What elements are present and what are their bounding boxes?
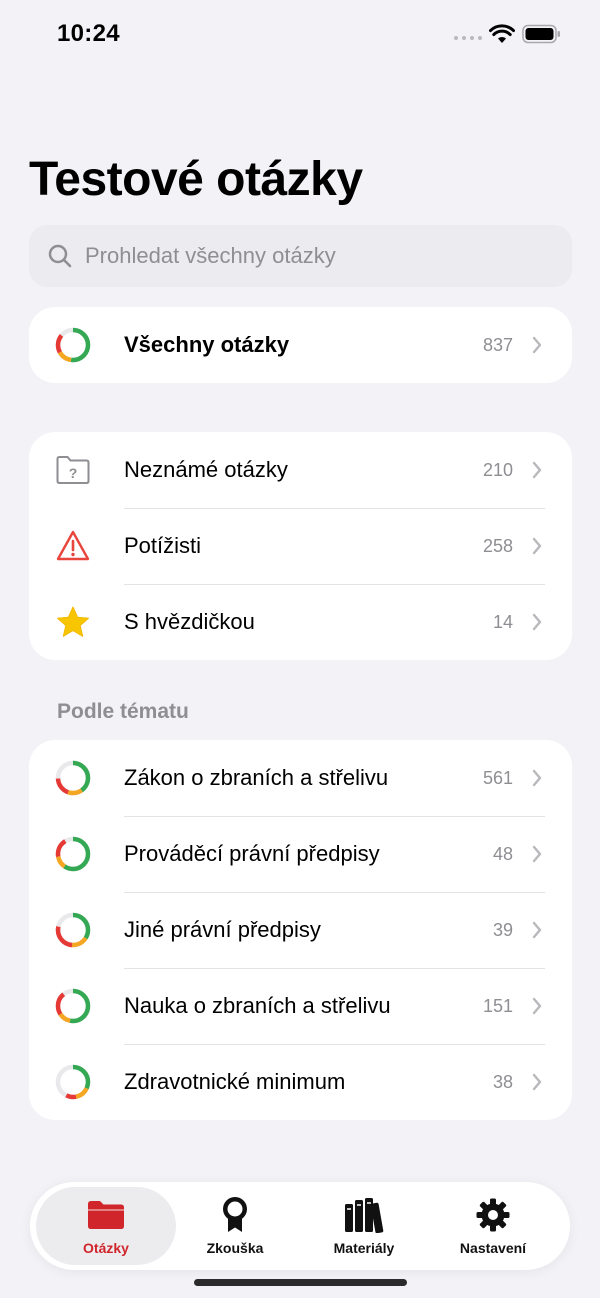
topic-label: Nauka o zbraních a střelivu — [124, 993, 391, 1018]
page-title: Testové otázky — [29, 153, 363, 206]
chevron-right-icon — [532, 461, 542, 479]
progress-ring-icon — [55, 836, 91, 872]
status-time: 10:24 — [57, 20, 120, 47]
tab-label: Zkouška — [206, 1240, 264, 1256]
topic-row[interactable]: Nauka o zbraních a střelivu 151 — [29, 968, 572, 1044]
chevron-right-icon — [532, 845, 542, 863]
filter-label: Neznámé otázky — [124, 457, 288, 482]
progress-ring-icon — [55, 1064, 91, 1100]
tab-label: Otázky — [83, 1240, 129, 1256]
tab-exam[interactable]: Zkouška — [165, 1187, 305, 1265]
all-questions-count: 837 — [482, 334, 513, 355]
all-questions-card: Všechny otázky 837 — [29, 307, 572, 383]
books-icon — [344, 1196, 384, 1234]
chevron-right-icon — [532, 921, 542, 939]
star-icon — [55, 604, 91, 640]
filter-label: S hvězdičkou — [124, 609, 255, 634]
search-input[interactable] — [85, 243, 525, 269]
award-icon — [220, 1196, 250, 1234]
topics-section-header: Podle tématu — [57, 700, 189, 723]
topic-label: Zdravotnické minimum — [124, 1069, 346, 1094]
home-indicator — [194, 1279, 407, 1286]
tab-materials[interactable]: Materiály — [294, 1187, 434, 1265]
topic-label: Jiné právní předpisy — [124, 917, 321, 942]
status-bar: 10:24 — [0, 0, 600, 70]
chevron-right-icon — [532, 613, 542, 631]
tab-label: Nastavení — [459, 1240, 527, 1256]
progress-ring-icon — [55, 912, 91, 948]
gear-icon — [475, 1196, 511, 1234]
svg-text:?: ? — [69, 465, 78, 481]
wifi-icon — [489, 24, 515, 43]
topic-count: 561 — [482, 767, 513, 788]
topic-row[interactable]: Jiné právní předpisy 39 — [29, 892, 572, 968]
topic-count: 38 — [492, 1071, 513, 1092]
filter-count: 210 — [482, 459, 513, 480]
topic-label: Prováděcí právní předpisy — [124, 841, 380, 866]
search-icon — [48, 244, 72, 268]
tab-questions[interactable]: Otázky — [36, 1187, 176, 1265]
topics-card: Zákon o zbraních a střelivu 561 Prováděc… — [29, 740, 572, 1120]
all-questions-label: Všechny otázky — [124, 332, 290, 357]
topic-count: 48 — [492, 843, 513, 864]
all-questions-row[interactable]: Všechny otázky 837 — [29, 307, 572, 383]
filters-card: ? Neznámé otázky 210 Potížisti 258 S hvě… — [29, 432, 572, 660]
topic-row[interactable]: Prováděcí právní předpisy 48 — [29, 816, 572, 892]
battery-icon — [522, 24, 560, 44]
progress-ring-icon — [55, 327, 91, 363]
chevron-right-icon — [532, 769, 542, 787]
search-bar[interactable] — [29, 225, 572, 287]
filter-count: 14 — [492, 611, 513, 632]
topic-count: 39 — [492, 919, 513, 940]
chevron-right-icon — [532, 336, 542, 354]
folder-question-icon: ? — [55, 452, 91, 488]
filter-row-difficult[interactable]: Potížisti 258 — [29, 508, 572, 584]
chevron-right-icon — [532, 537, 542, 555]
tab-settings[interactable]: Nastavení — [423, 1187, 563, 1265]
filter-count: 258 — [482, 535, 513, 556]
chevron-right-icon — [532, 1073, 542, 1091]
cellular-signal-icon — [454, 36, 482, 40]
topic-label: Zákon o zbraních a střelivu — [124, 765, 389, 790]
topic-row[interactable]: Zdravotnické minimum 38 — [29, 1044, 572, 1120]
folder-icon — [87, 1196, 125, 1234]
tab-label: Materiály — [333, 1240, 395, 1256]
progress-ring-icon — [55, 988, 91, 1024]
filter-row-unknown[interactable]: ? Neznámé otázky 210 — [29, 432, 572, 508]
tab-bar: Otázky Zkouška Materiály Nastavení — [30, 1182, 570, 1270]
chevron-right-icon — [532, 997, 542, 1015]
progress-ring-icon — [55, 760, 91, 796]
filter-label: Potížisti — [124, 533, 202, 558]
topic-row[interactable]: Zákon o zbraních a střelivu 561 — [29, 740, 572, 816]
topic-count: 151 — [482, 995, 513, 1016]
filter-row-starred[interactable]: S hvězdičkou 14 — [29, 584, 572, 660]
warning-icon — [55, 528, 91, 564]
